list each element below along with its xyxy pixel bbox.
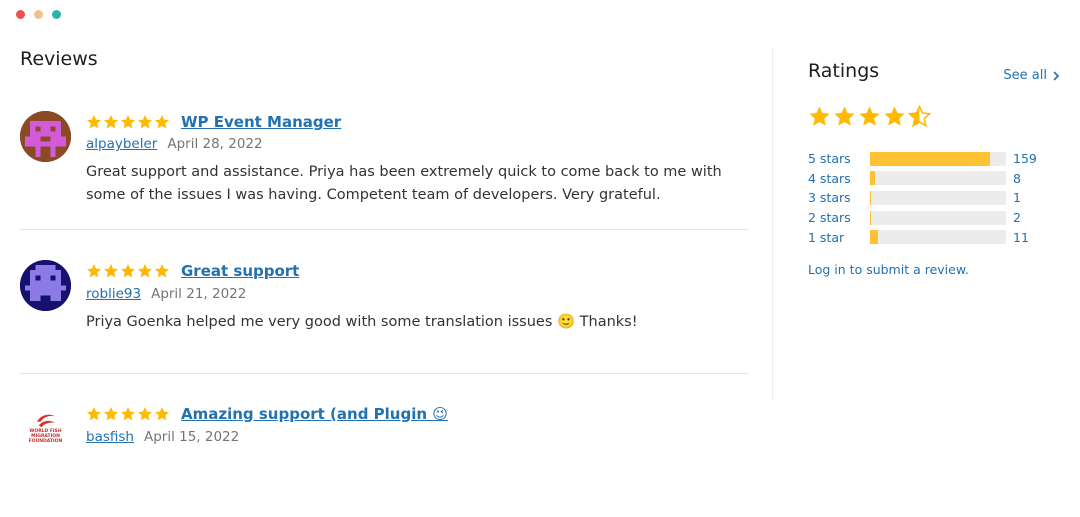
- star-filled-icon: [834, 106, 855, 126]
- star-filled-icon: [104, 264, 118, 278]
- rating-row-label: 1 star: [808, 229, 845, 245]
- review-author[interactable]: alpaybeler: [86, 136, 157, 152]
- rating-row-label: 3 stars: [808, 190, 851, 206]
- star-filled-icon: [884, 106, 905, 126]
- review-item: WORLD FISH MIGRATION FOUNDATION Amazing …: [20, 374, 748, 517]
- rating-row[interactable]: 4 stars 8: [808, 169, 1060, 189]
- star-filled-icon: [87, 407, 101, 421]
- star-filled-icon: [155, 407, 169, 421]
- rating-bar: [870, 151, 1006, 166]
- rating-bar: [870, 230, 1006, 245]
- star-filled-icon: [87, 264, 101, 278]
- rating-bar-fill: [870, 210, 872, 225]
- zoom-dot[interactable]: [52, 10, 61, 19]
- star-filled-icon: [155, 264, 169, 278]
- review-author[interactable]: basfish: [86, 429, 134, 445]
- close-dot[interactable]: [16, 10, 25, 19]
- rating-bar: [870, 190, 1006, 205]
- rating-row-count: 2: [1013, 210, 1021, 226]
- rating-row-count: 159: [1013, 151, 1037, 167]
- rating-row-count: 11: [1013, 229, 1029, 245]
- star-rating: [86, 406, 170, 422]
- chevron-right-icon: [1053, 70, 1060, 81]
- star-filled-icon: [87, 115, 101, 129]
- review-date: April 28, 2022: [167, 136, 263, 152]
- review-title[interactable]: Great support: [181, 262, 299, 280]
- rating-row-label: 5 stars: [808, 151, 851, 167]
- star-filled-icon: [809, 106, 830, 126]
- window-controls: [16, 10, 61, 19]
- rating-bar-fill: [870, 151, 990, 166]
- rating-row[interactable]: 3 stars 1: [808, 188, 1060, 208]
- star-filled-icon: [121, 115, 135, 129]
- review-item: WP Event Manager alpaybeler April 28, 20…: [20, 78, 748, 230]
- star-rating: [86, 114, 170, 130]
- reviews-heading: Reviews: [20, 48, 98, 70]
- rating-row-count: 8: [1013, 170, 1021, 186]
- star-filled-icon: [138, 407, 152, 421]
- rating-row[interactable]: 5 stars 159: [808, 149, 1060, 169]
- avatar[interactable]: WORLD FISH MIGRATION FOUNDATION: [20, 402, 71, 453]
- star-filled-icon: [121, 264, 135, 278]
- review-title[interactable]: WP Event Manager: [181, 113, 341, 131]
- minimize-dot[interactable]: [34, 10, 43, 19]
- star-filled-icon: [859, 106, 880, 126]
- review-body: Priya Goenka helped me very good with so…: [86, 314, 638, 330]
- average-rating-stars: [808, 105, 931, 128]
- star-rating: [86, 263, 170, 279]
- rating-row[interactable]: 1 star 11: [808, 227, 1060, 247]
- column-divider: [772, 48, 773, 400]
- see-all-label: See all: [1003, 68, 1047, 83]
- rating-row[interactable]: 2 stars 2: [808, 208, 1060, 228]
- star-half-icon: [908, 105, 931, 128]
- rating-distribution: 5 stars 159 4 stars 8 3 stars 1 2 stars 2 1 star…: [808, 149, 1060, 247]
- rating-bar-fill: [870, 190, 872, 205]
- star-filled-icon: [155, 115, 169, 129]
- rating-bar-fill: [870, 171, 876, 186]
- review-date: April 21, 2022: [151, 286, 247, 302]
- review-body: Great support and assistance. Priya has …: [86, 164, 722, 203]
- star-filled-icon: [138, 264, 152, 278]
- reviews-section: Reviews WP Event Manager alpaybeler Apri…: [20, 48, 748, 517]
- ratings-panel: Ratings See all 5 stars 159 4 stars 8 3 star…: [808, 60, 1060, 277]
- star-filled-icon: [138, 115, 152, 129]
- review-author[interactable]: roblie93: [86, 286, 141, 302]
- see-all-link[interactable]: See all: [1003, 68, 1060, 83]
- avatar[interactable]: [20, 111, 71, 162]
- fish-logo-icon: [36, 414, 55, 428]
- star-filled-icon: [104, 115, 118, 129]
- login-to-review-link[interactable]: Log in to submit a review.: [808, 262, 969, 277]
- star-filled-icon: [104, 407, 118, 421]
- rating-bar: [870, 210, 1006, 225]
- rating-row-label: 2 stars: [808, 210, 851, 226]
- avatar[interactable]: [20, 260, 71, 311]
- avatar-text: WORLD FISH MIGRATION FOUNDATION: [28, 429, 63, 444]
- rating-row-label: 4 stars: [808, 170, 851, 186]
- rating-row-count: 1: [1013, 190, 1021, 206]
- review-title[interactable]: Amazing support (and Plugin 😉: [181, 405, 448, 423]
- rating-bar: [870, 171, 1006, 186]
- review-item: Great support roblie93 April 21, 2022 Pr…: [20, 230, 748, 374]
- review-date: April 15, 2022: [143, 429, 240, 445]
- star-filled-icon: [121, 407, 135, 421]
- rating-bar-fill: [870, 230, 879, 245]
